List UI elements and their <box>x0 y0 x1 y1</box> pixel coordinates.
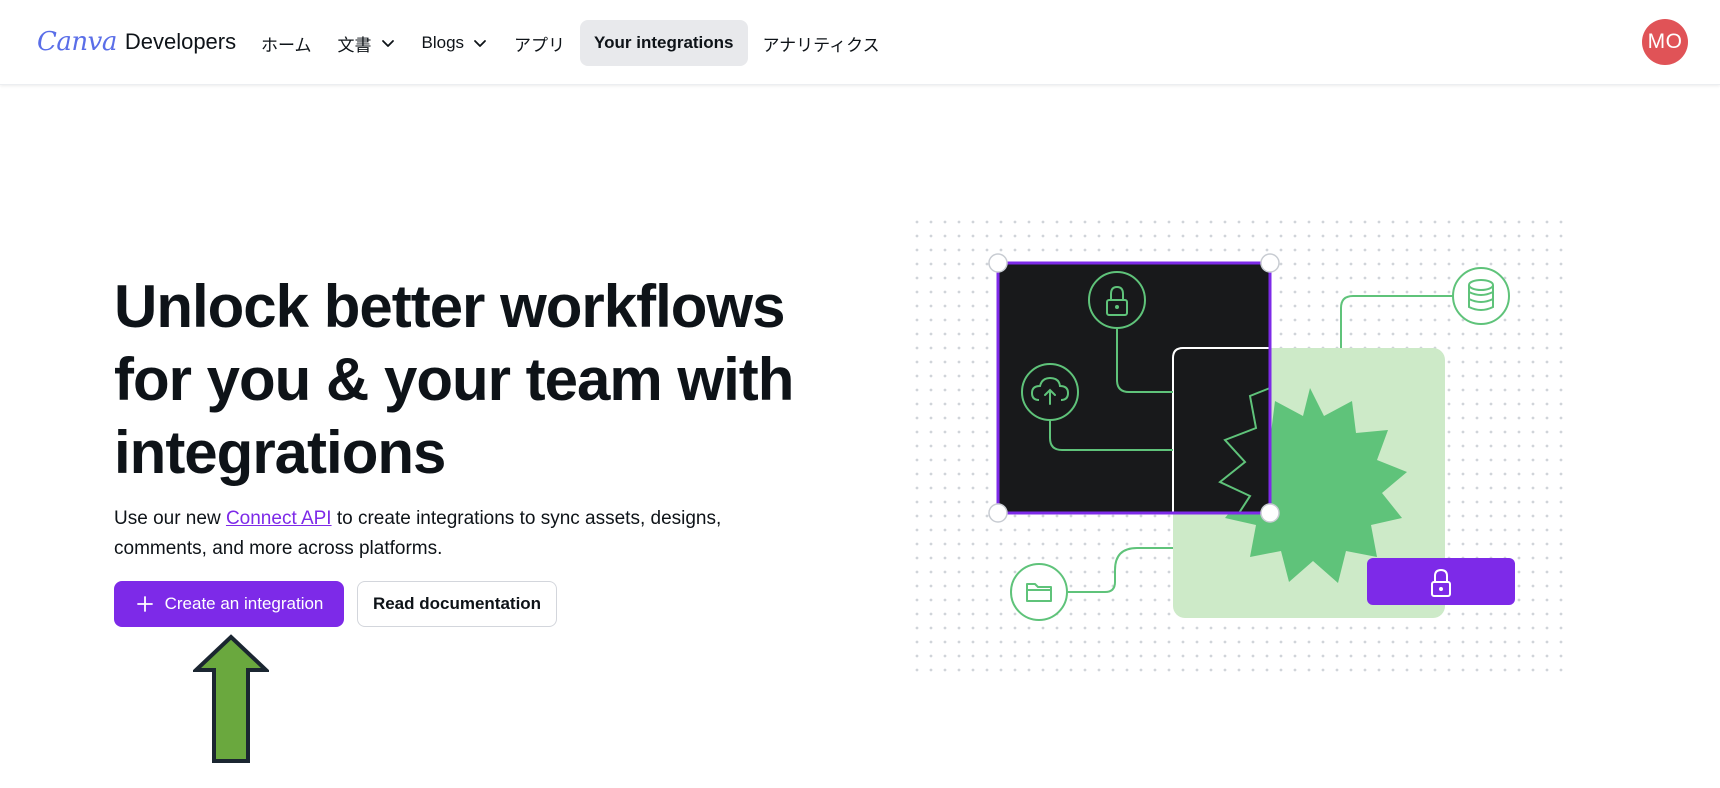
folder-icon <box>1010 563 1068 621</box>
read-documentation-button[interactable]: Read documentation <box>357 581 557 627</box>
database-icon <box>1452 267 1510 325</box>
nav-home-label: ホーム <box>261 35 312 55</box>
nav-docs-label: 文書 <box>337 35 372 55</box>
developers-wordmark: Developers <box>124 29 237 54</box>
brand-logo[interactable]: Canva Developers <box>37 22 236 62</box>
main-nav: ホーム 文書 Blogs アプリ Your integrations アナリティ… <box>250 20 891 66</box>
lock-icon <box>1088 271 1146 329</box>
create-integration-button[interactable]: Create an integration <box>114 581 344 627</box>
hero-title-line-3: integrations <box>114 419 446 486</box>
nav-blogs[interactable]: Blogs <box>411 20 500 66</box>
nav-analytics-label: アナリティクス <box>762 35 880 55</box>
integrations-illustration <box>915 220 1565 675</box>
hero-title-line-1: Unlock better workflows <box>114 273 785 340</box>
nav-your-integrations[interactable]: Your integrations <box>580 20 748 66</box>
nav-apps[interactable]: アプリ <box>503 20 576 66</box>
chevron-down-icon <box>381 40 394 47</box>
up-arrow-annotation <box>193 634 269 763</box>
selection-handle <box>988 253 1008 273</box>
read-documentation-label: Read documentation <box>372 594 542 613</box>
nav-blogs-label: Blogs <box>421 33 465 52</box>
selection-handle <box>1260 253 1280 273</box>
nav-apps-label: アプリ <box>514 35 566 55</box>
top-navigation-bar: Canva Developers ホーム 文書 Blogs アプリ Your i… <box>0 0 1720 85</box>
nav-docs[interactable]: 文書 <box>327 20 407 66</box>
cloud-upload-icon <box>1021 363 1079 421</box>
nav-home[interactable]: ホーム <box>250 20 323 66</box>
connect-api-link[interactable]: Connect API <box>226 508 332 529</box>
chevron-down-icon <box>474 40 486 47</box>
hero-title: Unlock better workflows for you & your t… <box>114 270 834 489</box>
selection-handle <box>988 503 1008 523</box>
user-avatar[interactable]: MO <box>1642 19 1688 65</box>
hero-desc-before: Use our new <box>114 508 226 529</box>
plus-icon <box>136 596 153 612</box>
nav-your-integrations-label: Your integrations <box>594 33 734 52</box>
hero-title-line-2: for you & your team with <box>114 346 794 413</box>
create-integration-label: Create an integration <box>164 594 324 613</box>
canva-wordmark: Canva <box>37 27 117 57</box>
nav-analytics[interactable]: アナリティクス <box>752 20 891 66</box>
hero-description: Use our new Connect API to create integr… <box>114 504 794 564</box>
selection-handle <box>1260 503 1280 523</box>
avatar-initials: MO <box>1647 30 1683 53</box>
